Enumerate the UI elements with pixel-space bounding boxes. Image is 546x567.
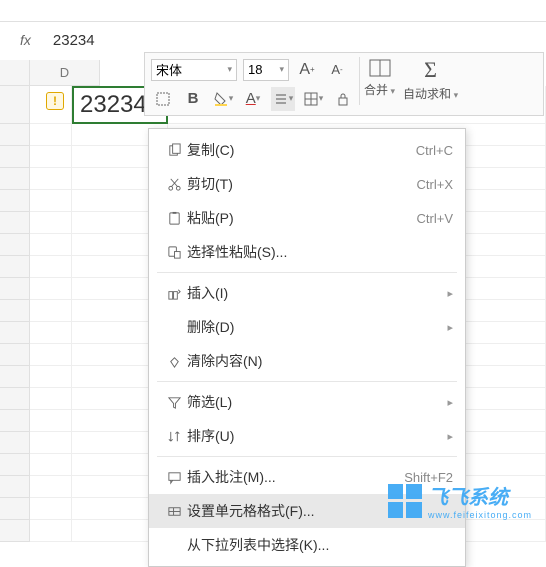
ribbon: 宋体▾ 18▾ A+ A- B ▾ A▾ ▾ ▾ 合并 ▾ Σ — [144, 52, 544, 116]
error-indicator-icon[interactable] — [46, 92, 64, 110]
paste-special-icon — [161, 245, 187, 260]
menu-insert[interactable]: 插入(I) ▸ — [149, 276, 465, 310]
copy-icon — [161, 143, 187, 158]
format-cells-menu-icon — [161, 504, 187, 519]
clear-icon — [161, 354, 187, 369]
format-cells-icon[interactable] — [151, 87, 175, 111]
row-header[interactable] — [0, 86, 30, 124]
column-headers: D — [0, 60, 100, 86]
font-size-select[interactable]: 18▾ — [243, 59, 289, 81]
increase-font-icon[interactable]: A+ — [295, 58, 319, 82]
menu-filter[interactable]: 筛选(L) ▸ — [149, 385, 465, 419]
menu-dropdown-pick[interactable]: 从下拉列表中选择(K)... — [149, 528, 465, 562]
fx-icon[interactable]: fx — [20, 32, 31, 48]
menu-paste-special[interactable]: 选择性粘贴(S)... — [149, 235, 465, 269]
filter-icon — [161, 395, 187, 410]
align-button[interactable]: ▾ — [271, 87, 295, 111]
menu-cut[interactable]: 剪切(T) Ctrl+X — [149, 167, 465, 201]
cut-icon — [161, 177, 187, 192]
paste-icon — [161, 211, 187, 226]
bold-button[interactable]: B — [181, 87, 205, 111]
menu-sort[interactable]: 排序(U) ▸ — [149, 419, 465, 453]
menu-paste[interactable]: 粘贴(P) Ctrl+V — [149, 201, 465, 235]
formula-input[interactable] — [47, 27, 258, 53]
borders-button[interactable]: ▾ — [301, 87, 325, 111]
merge-group[interactable]: 合并 ▾ — [364, 57, 395, 98]
menu-delete[interactable]: 删除(D) ▸ — [149, 310, 465, 344]
font-select[interactable]: 宋体▾ — [151, 59, 237, 81]
lock-icon[interactable] — [331, 87, 355, 111]
font-color-button[interactable]: A▾ — [241, 87, 265, 111]
autosum-group[interactable]: Σ 自动求和 ▾ — [403, 57, 458, 102]
watermark-logo-icon — [388, 484, 422, 518]
col-d[interactable]: D — [30, 60, 100, 86]
menu-copy[interactable]: 复制(C) Ctrl+C — [149, 133, 465, 167]
comment-icon — [161, 470, 187, 485]
menu-clear[interactable]: 清除内容(N) — [149, 344, 465, 378]
fill-color-button[interactable]: ▾ — [211, 87, 235, 111]
watermark: 飞飞系统 www.feifeixitong.com — [388, 481, 532, 520]
sort-icon — [161, 429, 187, 444]
decrease-font-icon[interactable]: A- — [325, 58, 349, 82]
insert-icon — [161, 286, 187, 301]
